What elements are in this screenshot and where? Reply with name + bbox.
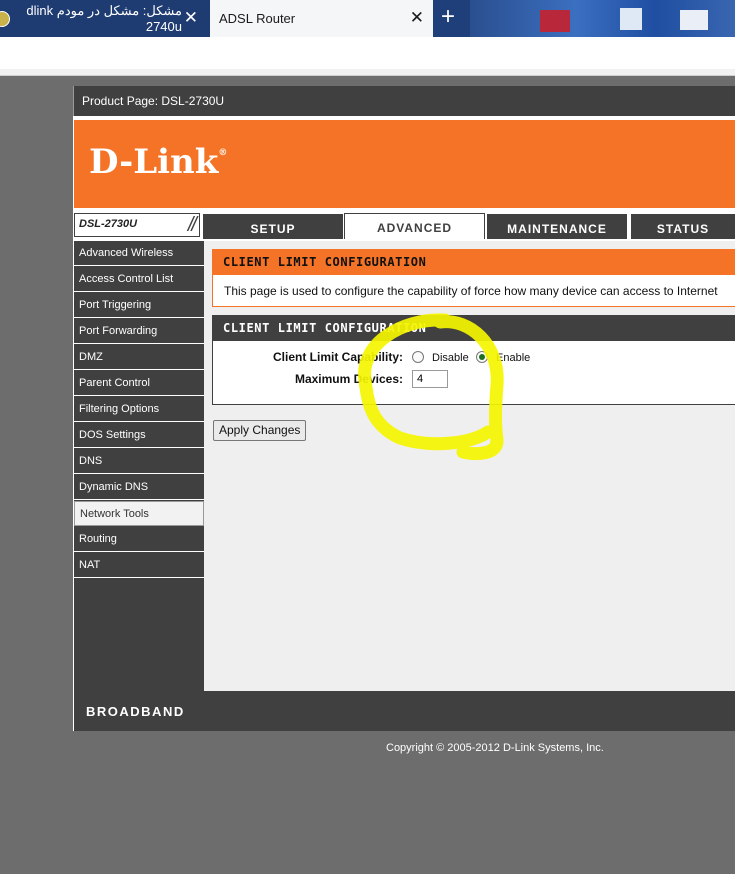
disable-radio[interactable] [412, 351, 424, 363]
tab-setup[interactable]: SETUP [203, 214, 343, 239]
sidebar-item-parent-control[interactable]: Parent Control [74, 371, 204, 396]
browser-tab-adsl-router[interactable]: ADSL Router ✕ [210, 0, 433, 37]
apply-changes-button[interactable]: Apply Changes [213, 420, 307, 441]
maximum-devices-input[interactable]: 4 [412, 370, 448, 388]
tab-title: ADSL Router [219, 11, 296, 26]
section-title: CLIENT LIMIT CONFIGURATION [213, 316, 735, 341]
tab-maintenance[interactable]: MAINTENANCE [487, 214, 627, 239]
toolbar-divider [0, 69, 735, 76]
sidebar-item-port-forwarding[interactable]: Port Forwarding [74, 319, 204, 344]
address-bar[interactable] [0, 37, 735, 72]
browser-tab-bar: مشکل: مشکل در مودم dlink 2740u ✕ ADSL Ro… [0, 0, 735, 37]
registered-mark: ® [218, 148, 228, 158]
sidebar-item-filtering-options[interactable]: Filtering Options [74, 397, 204, 422]
section-title: CLIENT LIMIT CONFIGURATION [213, 250, 735, 275]
sidebar-item-network-tools[interactable]: Network Tools [74, 501, 204, 526]
tab-title: مشکل: مشکل در مودم dlink 2740u [26, 3, 182, 34]
product-page-label: Product Page: DSL-2730U [73, 86, 735, 116]
enable-radio-label: Enable [496, 352, 531, 364]
copyright-text: Copyright © 2005-2012 D-Link Systems, In… [386, 742, 604, 754]
intro-section: CLIENT LIMIT CONFIGURATION This page is … [212, 249, 735, 307]
enable-radio[interactable] [476, 351, 488, 363]
desktop-icon [540, 10, 570, 32]
maximum-devices-label: Maximum Devices: [294, 372, 403, 386]
sidebar: Advanced Wireless Access Control List Po… [74, 241, 204, 691]
tab-advanced[interactable]: ADVANCED [344, 213, 485, 239]
sidebar-item-nat[interactable]: NAT [74, 553, 204, 578]
model-badge: DSL-2730U // [74, 213, 200, 237]
brand-banner: D-Link® [74, 120, 735, 208]
desktop-icon [620, 8, 642, 30]
close-tab-icon[interactable]: ✕ [410, 8, 424, 28]
model-name: DSL-2730U [79, 218, 138, 230]
router-page: Product Page: DSL-2730U D-Link® DSL-2730… [73, 86, 735, 731]
close-tab-icon[interactable]: ✕ [184, 8, 198, 28]
sidebar-item-dns[interactable]: DNS [74, 449, 204, 474]
sidebar-item-dos-settings[interactable]: DOS Settings [74, 423, 204, 448]
client-limit-capability-label: Client Limit Capability: [272, 350, 403, 364]
sidebar-item-routing[interactable]: Routing [74, 527, 204, 552]
desktop-icon [680, 10, 708, 30]
sidebar-item-dynamic-dns[interactable]: Dynamic DNS [74, 475, 204, 500]
broadband-label: BROADBAND [86, 704, 185, 719]
sidebar-item-access-control-list[interactable]: Access Control List [74, 267, 204, 292]
disable-radio-label: Disable [432, 352, 469, 364]
sidebar-item-advanced-wireless[interactable]: Advanced Wireless [74, 241, 204, 266]
main-content: CLIENT LIMIT CONFIGURATION This page is … [204, 241, 735, 691]
tab-status[interactable]: STATUS [631, 214, 735, 239]
section-description: This page is used to configure the capab… [224, 284, 718, 298]
browser-tab-forum[interactable]: مشکل: مشکل در مودم dlink 2740u ✕ [0, 0, 210, 37]
sidebar-item-dmz[interactable]: DMZ [74, 345, 204, 370]
client-limit-section: CLIENT LIMIT CONFIGURATION Client Limit … [212, 315, 735, 405]
logo-text: D-Link [89, 142, 219, 182]
footer-bar: BROADBAND [74, 691, 735, 731]
new-tab-icon[interactable]: + [441, 4, 455, 30]
dlink-logo: D-Link® [89, 142, 227, 182]
model-slash-decoration: // [187, 214, 197, 236]
sidebar-item-port-triggering[interactable]: Port Triggering [74, 293, 204, 318]
